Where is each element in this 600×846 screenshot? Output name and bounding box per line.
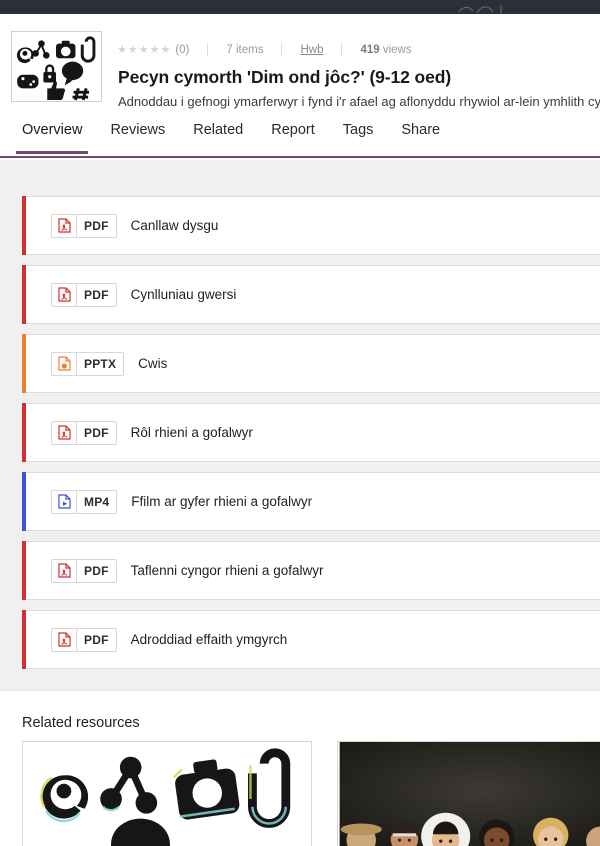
file-list-item[interactable]: PDF Adroddiad effaith ymgyrch <box>22 610 600 669</box>
file-type-badge: PDF <box>51 627 117 652</box>
file-type-accent-bar <box>22 196 26 255</box>
related-resources-grid <box>22 741 600 846</box>
file-type-badge: PDF <box>51 213 117 238</box>
related-thumbnail-icons <box>24 742 310 846</box>
tab-bar: Overview Reviews Related Report Tags Sha… <box>0 118 600 158</box>
file-type-accent-bar <box>22 334 26 393</box>
file-name-label: Cwis <box>138 356 168 371</box>
file-name-label: Rôl rhieni a gofalwyr <box>130 425 253 440</box>
file-type-label: MP4 <box>84 494 110 509</box>
pdf-file-icon <box>52 559 77 582</box>
pdf-file-icon <box>52 628 77 651</box>
site-top-bar <box>0 0 600 14</box>
view-count: 419 views <box>360 44 411 56</box>
view-count-number: 419 <box>360 43 380 56</box>
file-type-badge: MP4 <box>51 489 118 514</box>
rating-stars[interactable]: ★★★★★ <box>117 43 171 56</box>
file-type-label: PDF <box>84 425 109 440</box>
pdf-file-icon <box>52 214 77 237</box>
tab-tags[interactable]: Tags <box>329 118 388 152</box>
related-resource-card[interactable] <box>337 741 600 846</box>
rating-count: (0) <box>175 43 190 56</box>
file-type-badge: PDF <box>51 420 117 445</box>
file-type-label: PDF <box>84 218 109 233</box>
related-resource-card[interactable] <box>22 741 312 846</box>
meta-divider <box>207 43 209 56</box>
related-resources-heading: Related resources <box>22 715 140 731</box>
related-thumbnail-dolls <box>339 742 600 846</box>
overview-panel: PDF Canllaw dysgu PDF Cynlluniau gwersi PPTX… <box>0 160 600 690</box>
file-list-item[interactable]: PDF Rôl rhieni a gofalwyr <box>22 403 600 462</box>
mp4-file-icon <box>52 490 77 513</box>
publisher-link[interactable]: Hwb <box>300 44 323 56</box>
resource-thumbnail[interactable] <box>11 31 102 102</box>
file-type-badge: PDF <box>51 282 117 307</box>
file-type-label: PDF <box>84 287 109 302</box>
file-type-label: PDF <box>84 632 109 647</box>
file-name-label: Adroddiad effaith ymgyrch <box>130 632 288 647</box>
file-type-accent-bar <box>22 265 26 324</box>
meta-divider <box>341 43 343 56</box>
page-subtitle: Adnoddau i gefnogi ymarferwyr i fynd i'r… <box>118 94 600 109</box>
pdf-file-icon <box>52 283 77 306</box>
pptx-file-icon <box>52 352 77 375</box>
related-resources-section: Related resources <box>0 690 600 846</box>
file-name-label: Taflenni cyngor rhieni a gofalwyr <box>130 563 324 578</box>
resource-header: ★★★★★ (0) 7 items Hwb 419 views Pecyn cy… <box>0 14 600 114</box>
file-list-item[interactable]: PDF Taflenni cyngor rhieni a gofalwyr <box>22 541 600 600</box>
file-list-item[interactable]: PDF Cynlluniau gwersi <box>22 265 600 324</box>
file-name-label: Cynlluniau gwersi <box>130 287 237 302</box>
file-type-badge: PDF <box>51 558 117 583</box>
pdf-file-icon <box>52 421 77 444</box>
tab-overview[interactable]: Overview <box>8 118 96 154</box>
page-title: Pecyn cymorth 'Dim ond jôc?' (9-12 oed) <box>118 67 452 87</box>
file-type-label: PPTX <box>84 356 117 371</box>
file-type-badge: PPTX <box>51 351 125 376</box>
file-type-accent-bar <box>22 610 26 669</box>
tab-related[interactable]: Related <box>179 118 257 152</box>
view-count-label: views <box>382 43 412 56</box>
meta-divider <box>281 43 283 56</box>
file-list-item[interactable]: PDF Canllaw dysgu <box>22 196 600 255</box>
tab-share[interactable]: Share <box>387 118 454 152</box>
site-logo-partial-icon <box>455 2 515 14</box>
file-name-label: Canllaw dysgu <box>130 218 219 233</box>
file-type-accent-bar <box>22 403 26 462</box>
file-list: PDF Canllaw dysgu PDF Cynlluniau gwersi PPTX… <box>22 196 600 679</box>
file-type-accent-bar <box>22 541 26 600</box>
tab-report[interactable]: Report <box>257 118 329 152</box>
file-name-label: Ffilm ar gyfer rhieni a gofalwyr <box>131 494 313 509</box>
page-root: ★★★★★ (0) 7 items Hwb 419 views Pecyn cy… <box>0 0 600 846</box>
file-list-item[interactable]: PPTX Cwis <box>22 334 600 393</box>
file-type-label: PDF <box>84 563 109 578</box>
file-list-item[interactable]: MP4 Ffilm ar gyfer rhieni a gofalwyr <box>22 472 600 531</box>
item-count-label: 7 items <box>226 43 264 56</box>
resource-meta-bar: ★★★★★ (0) 7 items Hwb 419 views <box>117 43 412 56</box>
file-type-accent-bar <box>22 472 26 531</box>
tab-reviews[interactable]: Reviews <box>96 118 179 152</box>
